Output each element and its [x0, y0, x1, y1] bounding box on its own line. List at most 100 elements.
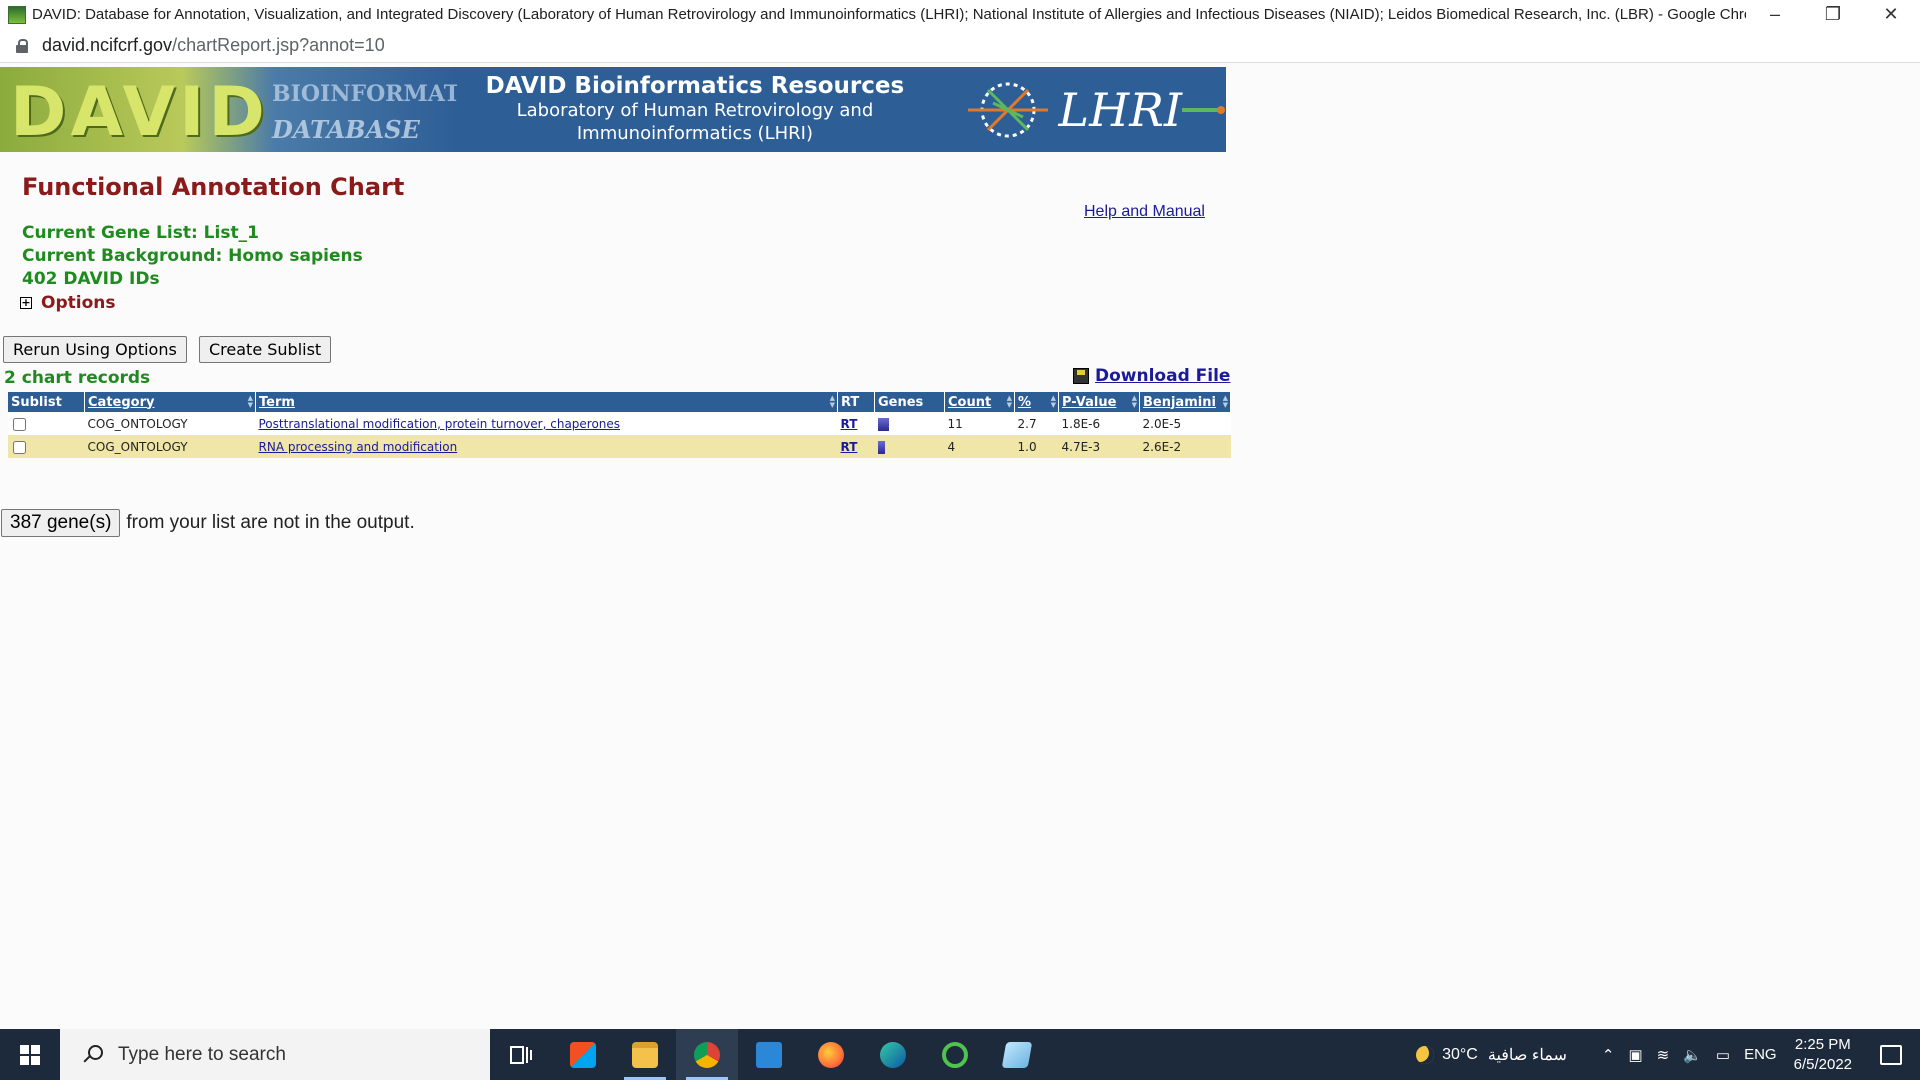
term-link[interactable]: Posttranslational modification, protein … [259, 417, 621, 431]
sort-arrows-icon[interactable]: ▲ ▼ [830, 395, 835, 409]
banner-subtitle-1: Laboratory of Human Retrovirology and [516, 100, 874, 121]
column-label: Count [948, 394, 992, 410]
percent-cell: 2.7 [1014, 412, 1059, 435]
chevron-up-icon[interactable]: ⌃ [1602, 1046, 1615, 1064]
url-text[interactable]: david.ncifcrf.gov/chartReport.jsp?annot=… [42, 35, 385, 56]
sublist-checkbox[interactable] [13, 440, 26, 454]
search-icon [82, 1044, 103, 1065]
column-header-genes: Genes [874, 392, 945, 412]
gene-list-icon[interactable] [877, 417, 889, 431]
genes-not-in-output-text: from your list are not in the output. [126, 512, 415, 533]
category-cell: COG_ONTOLOGY [84, 435, 256, 458]
start-button[interactable] [0, 1029, 60, 1080]
term-cell: RNA processing and modification [255, 435, 838, 458]
genes-not-in-output-button[interactable]: 387 gene(s) [1, 509, 121, 537]
wifi-icon[interactable]: ≋ [1657, 1046, 1670, 1064]
moon-icon [1416, 1045, 1435, 1064]
language-indicator[interactable]: ENG [1744, 1046, 1777, 1063]
microsoft-store-icon[interactable] [552, 1029, 614, 1080]
david-banner: DAVID BIOINFORMATICS DATABASE DAVID Bioi… [0, 67, 1226, 152]
green-ring-app-icon[interactable] [924, 1029, 986, 1080]
file-explorer-icon[interactable] [614, 1029, 676, 1080]
sort-arrows-icon[interactable]: ▲ ▼ [1223, 395, 1228, 409]
percent-cell: 1.0 [1014, 435, 1059, 458]
logo-text: DAVID [10, 73, 269, 152]
rt-link[interactable]: RT [841, 417, 858, 431]
logo-sub-database: DATABASE [272, 115, 420, 144]
column-header-term[interactable]: Term ▲ ▼ [255, 392, 838, 412]
edge-icon[interactable] [862, 1029, 924, 1080]
download-file-link[interactable]: Download File [1073, 366, 1230, 386]
sort-arrows-icon[interactable]: ▲ ▼ [1007, 395, 1012, 409]
window-title-bar: DAVID: Database for Annotation, Visualiz… [0, 0, 1920, 29]
benjamini-cell: 2.6E-2 [1139, 435, 1231, 458]
sublist-cell [8, 435, 85, 458]
sort-arrows-icon[interactable]: ▲ ▼ [1132, 395, 1137, 409]
options-label: Options [41, 293, 116, 313]
lhri-logo: LHRI [933, 67, 1226, 152]
notification-center-icon[interactable] [1880, 1044, 1902, 1065]
column-header-percent[interactable]: % ▲ ▼ [1014, 392, 1059, 412]
count-cell: 4 [944, 435, 1015, 458]
current-background: Current Background: Homo sapiens [22, 246, 363, 266]
weather-description: سماء صافية [1487, 1046, 1567, 1064]
address-bar[interactable]: david.ncifcrf.gov/chartReport.jsp?annot=… [0, 29, 1920, 63]
url-path: /chartReport.jsp?annot=10 [172, 35, 385, 55]
download-file-label: Download File [1095, 366, 1231, 386]
logo-sub-bioinformatics: BIOINFORMATICS [272, 81, 458, 107]
meet-now-icon[interactable]: ▣ [1628, 1046, 1642, 1064]
genes-cell [874, 412, 945, 435]
rt-cell: RT [837, 412, 875, 435]
rt-link[interactable]: RT [841, 440, 858, 454]
close-icon[interactable]: ✕ [1862, 0, 1920, 29]
help-and-manual-link[interactable]: Help and Manual [1084, 203, 1205, 221]
floppy-disk-icon [1073, 368, 1089, 384]
url-host: david.ncifcrf.gov [42, 35, 173, 55]
category-cell: COG_ONTOLOGY [84, 412, 256, 435]
restore-icon[interactable]: ❐ [1804, 0, 1862, 29]
system-tray: 30°C سماء صافية ⌃ ▣ ≋ 🔈 ▭ ENG 2:25 PM 6/… [1416, 1029, 1920, 1080]
sublist-checkbox[interactable] [13, 417, 26, 431]
genes-cell [874, 435, 945, 458]
clock[interactable]: 2:25 PM 6/5/2022 [1794, 1035, 1852, 1075]
pvalue-cell: 4.7E-3 [1058, 435, 1140, 458]
mail-icon[interactable] [738, 1029, 800, 1080]
clock-time: 2:25 PM [1794, 1035, 1851, 1053]
weather-widget[interactable]: 30°C سماء صافية [1416, 1045, 1567, 1065]
column-header-pvalue[interactable]: P-Value ▲ ▼ [1058, 392, 1140, 412]
taskbar-search-box[interactable]: Type here to search [60, 1029, 490, 1080]
sublist-cell [8, 412, 85, 435]
clock-date: 6/5/2022 [1793, 1055, 1852, 1073]
banner-center: DAVID Bioinformatics Resources Laborator… [457, 67, 932, 152]
expand-plus-icon[interactable]: + [20, 297, 32, 309]
count-cell: 11 [944, 412, 1015, 435]
options-toggle[interactable]: + Options [20, 293, 115, 313]
task-view-icon[interactable] [490, 1029, 552, 1080]
column-header-count[interactable]: Count ▲ ▼ [944, 392, 1015, 412]
create-sublist-button[interactable]: Create Sublist [199, 336, 332, 363]
volume-icon[interactable]: 🔈 [1683, 1046, 1702, 1064]
table-row: COG_ONTOLOGY RNA processing and modifica… [8, 435, 1231, 458]
annotation-results-table: Sublist Category ▲ ▼ Term ▲ ▼ RT Genes Count… [8, 392, 1231, 458]
term-link[interactable]: RNA processing and modification [259, 440, 458, 454]
column-label: Term [259, 394, 295, 410]
firefox-icon[interactable] [800, 1029, 862, 1080]
column-header-category[interactable]: Category ▲ ▼ [84, 392, 256, 412]
minimize-icon[interactable]: – [1746, 0, 1804, 29]
gene-list-icon[interactable] [877, 440, 885, 454]
column-header-rt: RT [837, 392, 875, 412]
rt-cell: RT [837, 435, 875, 458]
chart-records-count: 2 chart records [4, 368, 151, 388]
sort-arrows-icon[interactable]: ▲ ▼ [1051, 395, 1056, 409]
rerun-using-options-button[interactable]: Rerun Using Options [3, 336, 187, 363]
column-label: P-Value [1062, 394, 1117, 410]
sort-arrows-icon[interactable]: ▲ ▼ [248, 395, 253, 409]
battery-icon[interactable]: ▭ [1716, 1046, 1730, 1064]
lhri-tail-icon [1182, 105, 1225, 114]
notes-app-icon[interactable] [986, 1029, 1048, 1080]
david-ids-count: 402 DAVID IDs [22, 269, 160, 289]
chrome-icon[interactable] [676, 1029, 738, 1080]
column-header-benjamini[interactable]: Benjamini ▲ ▼ [1139, 392, 1231, 412]
banner-subtitle-2: Immunoinformatics (LHRI) [576, 123, 813, 144]
lock-icon[interactable] [16, 38, 28, 53]
